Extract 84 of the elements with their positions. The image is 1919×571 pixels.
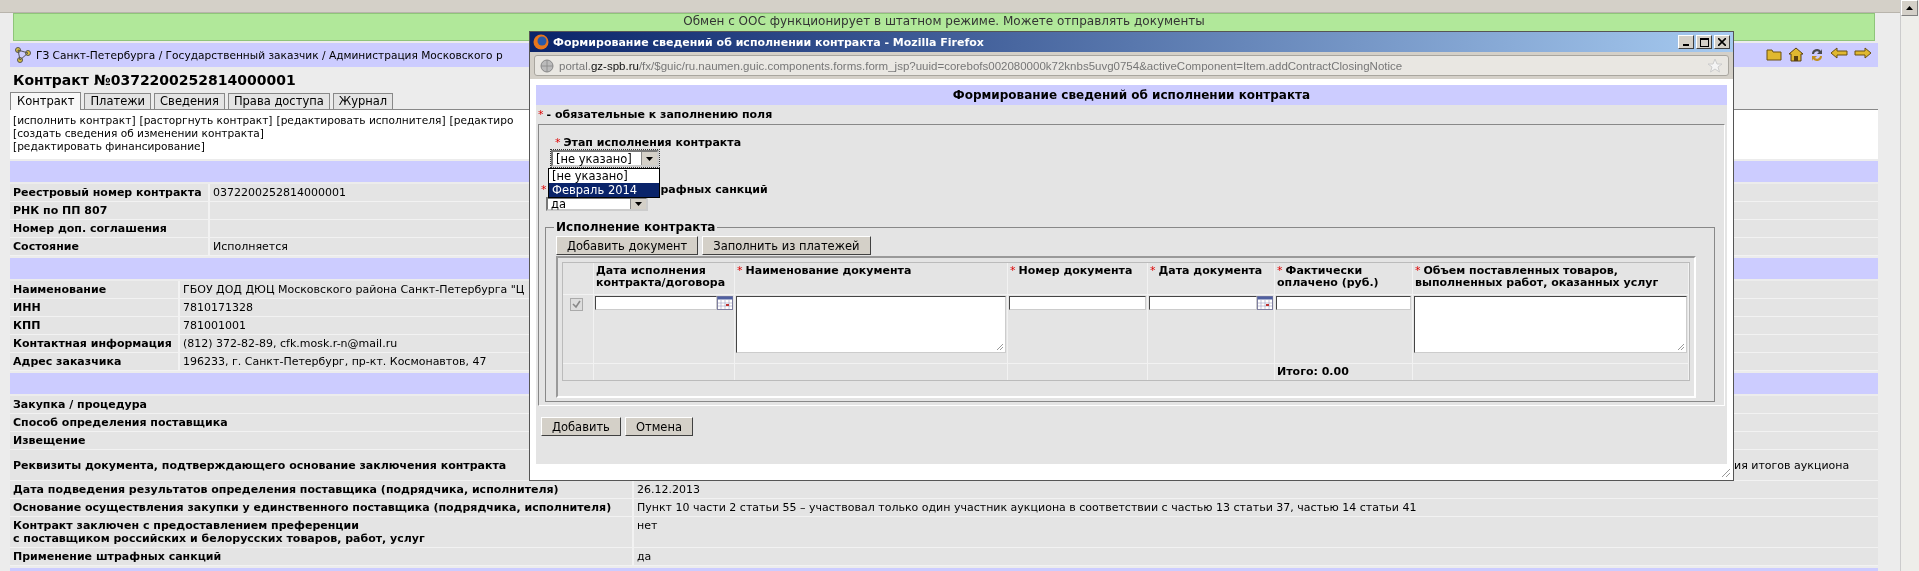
field-label: Применение штрафных санкций [10, 548, 634, 566]
required-note: - обязательные к заполнению поля [546, 108, 773, 121]
field-label: Состояние [10, 238, 210, 256]
field-label: ИНН [10, 299, 180, 317]
field-value: 26.12.2013 [634, 481, 1878, 499]
field-label: Дата подведения результатов определения поставщика (подрядчика, исполнителя) [10, 481, 634, 499]
tab[interactable]: Сведения [154, 93, 225, 109]
form-button[interactable]: Отмена [624, 417, 693, 436]
star-icon[interactable] [1707, 57, 1723, 74]
field-label: КПП [10, 317, 180, 335]
column-header: * Дата документа [1148, 263, 1275, 295]
field-label: Контракт заключен с предоставлением преференции с поставщиком российских и белорусских товаров, работ, услуг [10, 517, 634, 548]
field-label: Номер доп. соглашения [10, 220, 210, 238]
resize-grip-icon[interactable] [1721, 468, 1731, 478]
field-label: Наименование [10, 281, 180, 299]
column-header: * Номер документа [1008, 263, 1148, 295]
home-icon[interactable] [1788, 47, 1804, 62]
maximize-button[interactable] [1696, 35, 1712, 49]
column-header: * Объем поставленных товаров, выполненных работ, оказанных услуг [1413, 263, 1689, 295]
close-icon [1718, 38, 1726, 46]
action-link[interactable]: [редактиро [449, 114, 514, 126]
required-mark: * [541, 182, 547, 196]
action-link[interactable]: [редактировать финансирование] [13, 140, 205, 152]
toolbar-button[interactable]: Добавить документ [556, 236, 699, 255]
field-label: Контактная информация [10, 335, 180, 353]
column-header: * Фактически оплачено (руб.) [1275, 263, 1413, 295]
up-arrow-icon [1906, 6, 1913, 10]
form-header: Формирование сведений об исполнении контракта [536, 85, 1727, 105]
field-label: рафных санкций [660, 182, 768, 196]
dropdown-option[interactable]: [не указано] [549, 169, 659, 183]
tab[interactable]: Права доступа [227, 93, 330, 109]
resize-grip-icon[interactable] [1677, 343, 1685, 351]
field-value: нет [634, 517, 1878, 548]
text-area[interactable] [1414, 296, 1687, 353]
required-mark: * [538, 108, 544, 121]
dropdown-option[interactable]: Февраль 2014 [549, 183, 659, 197]
network-icon [14, 46, 32, 64]
input-field[interactable] [1009, 296, 1146, 310]
scroll-up-button[interactable] [1901, 0, 1918, 16]
row-checkbox[interactable] [570, 298, 583, 311]
address-bar[interactable]: portal.gz-spb.ru/fx/$guic/ru.naumen.guic.components.forms.form_jsp?uuid=corebofs002080000k72knbs5uvg0754&activeComponent=Item.addContractClosingNotice [534, 55, 1729, 76]
toolbar-button[interactable]: Заполнить из платежей [702, 236, 871, 255]
action-link[interactable]: [исполнить контракт] [13, 114, 136, 126]
stage-select[interactable]: [не указано] [551, 150, 659, 167]
field-label: Реестровый номер контракта [10, 184, 210, 202]
refresh-icon[interactable] [1810, 47, 1824, 63]
breadcrumb: ГЗ Санкт-Петербурга / Государственный заказчик / Администрация Московского р [36, 49, 503, 61]
date-field[interactable] [1149, 296, 1257, 310]
field-label: Этап исполнения контракта [563, 135, 742, 149]
group-title: Исполнение контракта [555, 220, 717, 234]
field-label: РНК по ПП 807 [10, 202, 210, 220]
required-mark: * [555, 135, 561, 149]
tab[interactable]: Контракт [10, 92, 82, 110]
text-area[interactable] [736, 296, 1006, 353]
folder-icon[interactable] [1766, 47, 1782, 61]
minimize-button[interactable] [1678, 35, 1694, 49]
form-button[interactable]: Добавить [541, 417, 621, 436]
dropdown-arrow-icon[interactable] [635, 202, 642, 206]
browser-icon [533, 34, 549, 50]
checkmark-icon [572, 300, 581, 309]
calendar-icon[interactable] [1257, 296, 1273, 310]
date-field[interactable] [595, 296, 717, 310]
action-link[interactable]: [расторгнуть контракт] [139, 114, 273, 126]
dropdown-arrow-icon[interactable] [646, 156, 653, 161]
field-value: да [634, 548, 1878, 566]
field-value: ия итогов аукциона [1734, 459, 1850, 472]
field-label: Адрес заказчика [10, 353, 180, 371]
calendar-icon[interactable] [717, 296, 733, 310]
close-button[interactable] [1714, 35, 1730, 49]
globe-icon [540, 58, 554, 73]
action-link[interactable]: [создать сведения об изменении контракта] [13, 127, 264, 139]
right-arrow-icon[interactable] [1854, 47, 1872, 59]
input-field[interactable] [1276, 296, 1411, 310]
maximize-icon [1699, 37, 1709, 47]
column-header: * Наименование документа [735, 263, 1008, 295]
resize-grip-icon[interactable] [996, 343, 1004, 351]
field-value: Пункт 10 части 2 статьи 55 – участвовал только один участник аукциона в соответствии с частью 13 статьи 37, частью 14 статьи 41 [634, 499, 1878, 517]
action-link[interactable]: [редактировать исполнителя] [276, 114, 446, 126]
tab[interactable]: Журнал [332, 93, 394, 109]
field-label: Основание осуществления закупки у единственного поставщика (подрядчика, исполнителя) [10, 499, 634, 517]
tab[interactable]: Платежи [84, 93, 152, 109]
column-header: Дата исполнения контракта/договора [594, 263, 735, 295]
scrollbar[interactable] [1900, 0, 1919, 571]
left-arrow-icon[interactable] [1830, 47, 1848, 59]
